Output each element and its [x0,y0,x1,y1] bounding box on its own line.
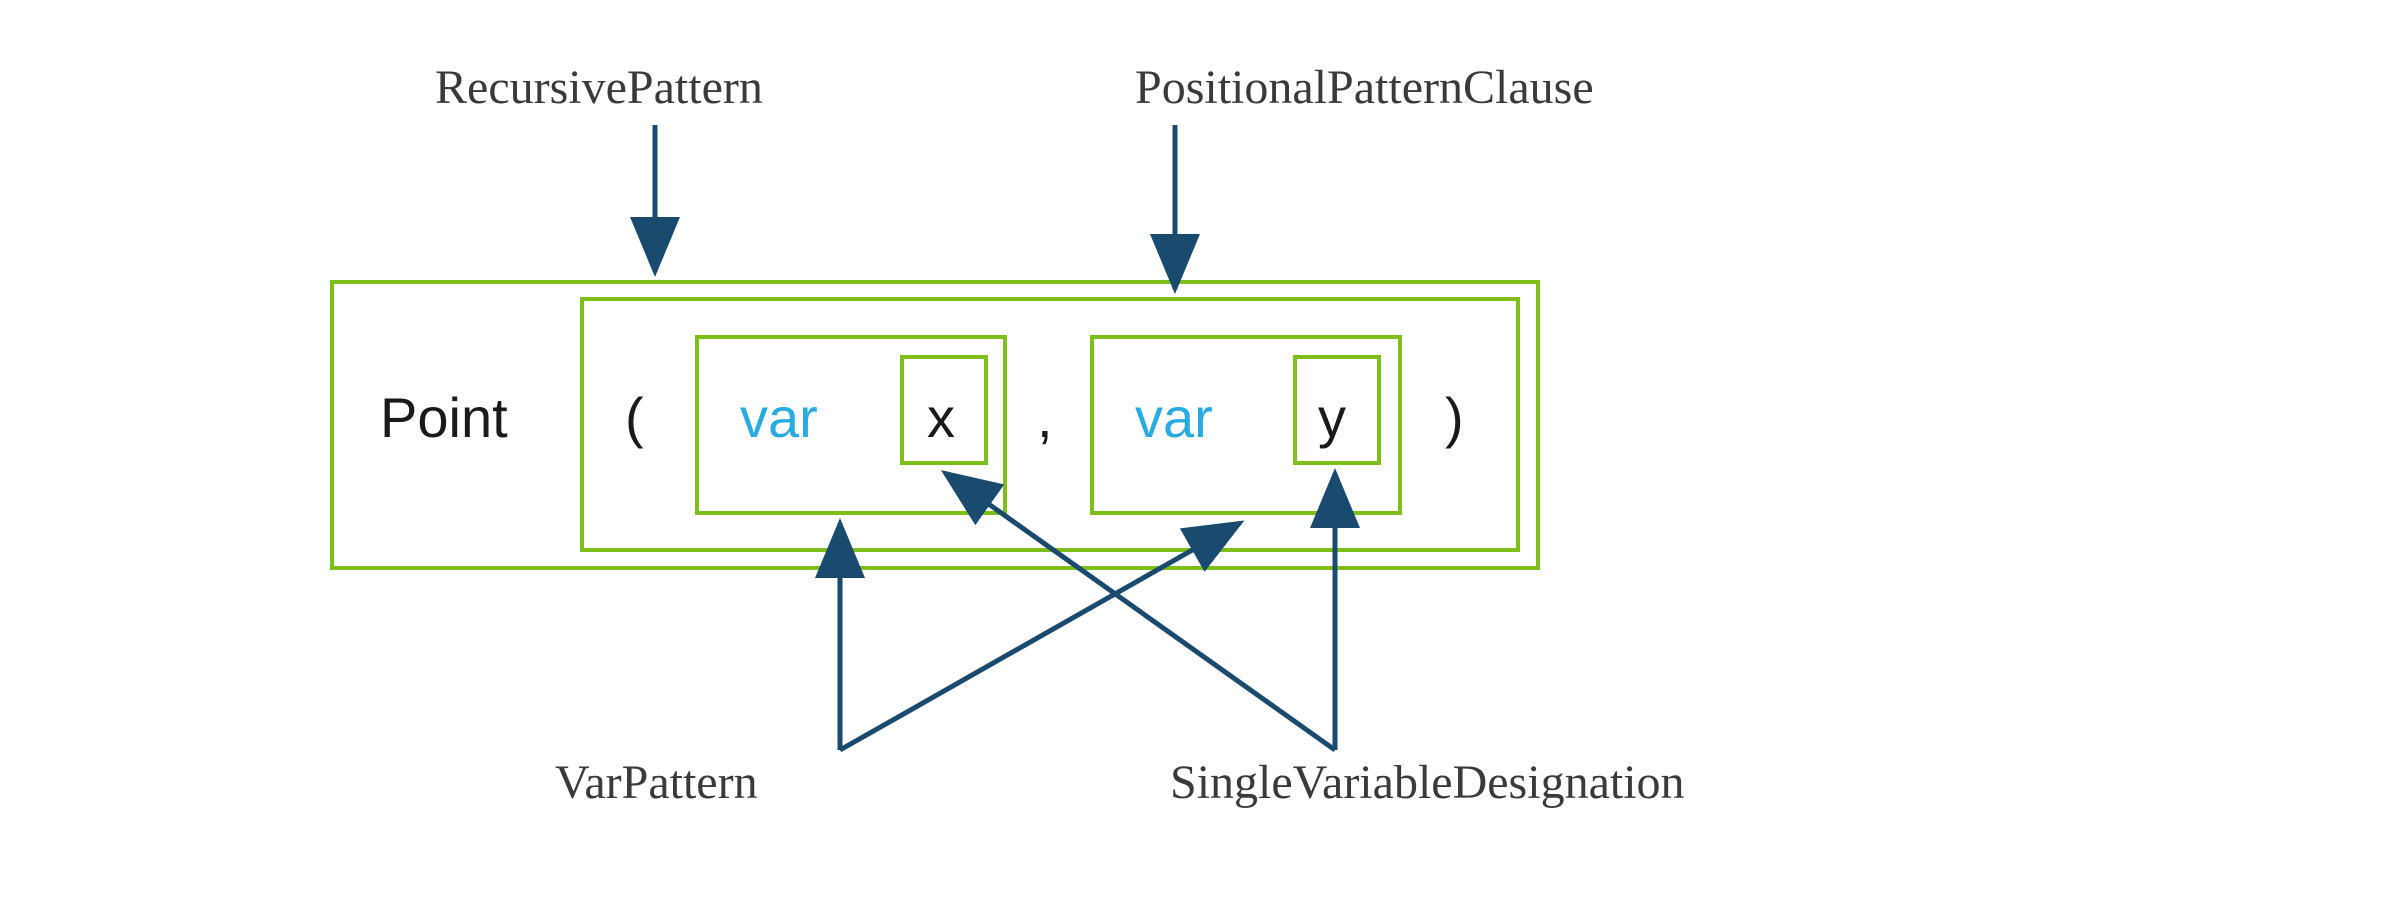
label-single-variable-designation: SingleVariableDesignation [1170,755,1685,810]
token-comma: , [1037,385,1053,450]
label-recursive-pattern: RecursivePattern [435,60,763,115]
token-var-2: var [1135,385,1213,450]
token-name-1: x [927,385,955,450]
token-open-paren: ( [625,385,644,450]
label-var-pattern: VarPattern [555,755,758,810]
token-close-paren: ) [1445,385,1464,450]
token-name-2: y [1318,385,1346,450]
token-var-1: var [740,385,818,450]
token-type-name: Point [380,385,508,450]
label-positional-pattern-clause: PositionalPatternClause [1135,60,1594,115]
